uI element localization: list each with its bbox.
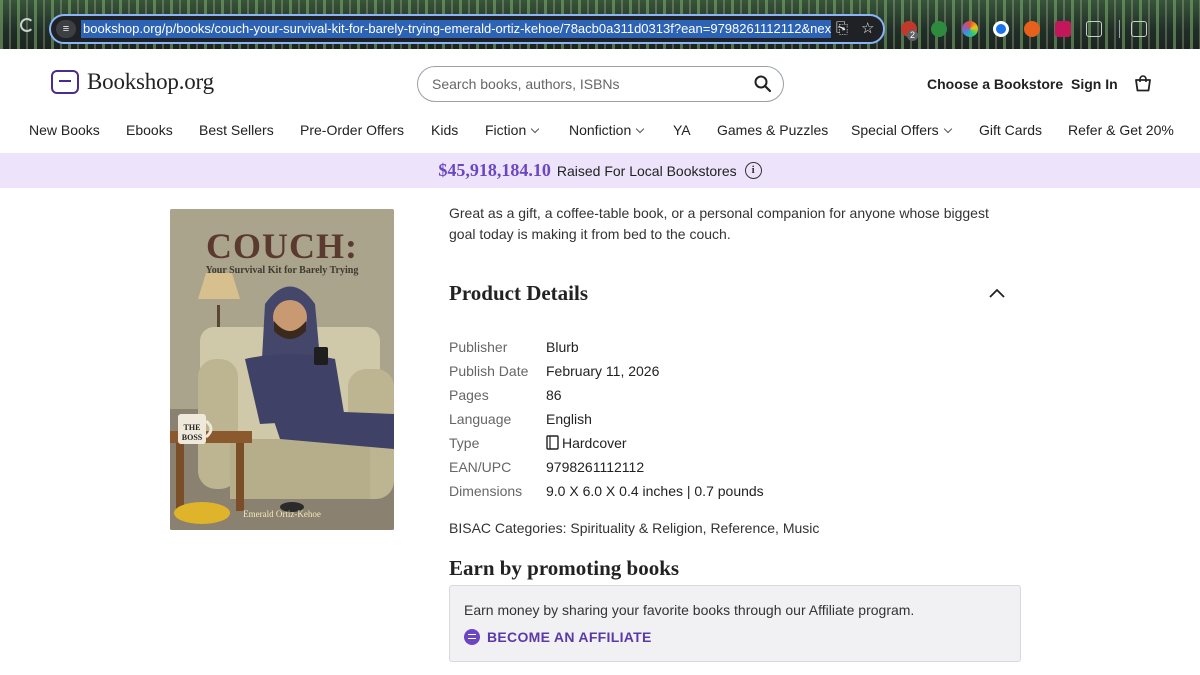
site-header: Bookshop.org Choose a Bookstore Sign In … [0,49,1200,153]
cover-author: Emerald Ortiz-Kehoe [243,509,321,519]
nav-kids[interactable]: Kids [431,122,458,138]
nav-nonfiction-label: Nonfiction [569,122,632,138]
description-line-2: goal today is making it from bed to the … [449,226,731,242]
nav-fiction-label: Fiction [485,122,527,138]
extension-badge: 2 [907,30,919,41]
detail-value: 9798261112112 [546,459,645,475]
bookmark-star-icon[interactable]: ☆ [861,20,874,38]
detail-label: Publisher [449,339,508,355]
detail-value: Blurb [546,339,579,355]
detail-value-type: Hardcover [546,435,627,451]
chevron-down-icon [636,124,645,134]
nav-pre-order-offers[interactable]: Pre-Order Offers [300,122,404,138]
become-affiliate-label: BECOME AN AFFILIATE [487,629,652,645]
nav-new-books[interactable]: New Books [29,122,100,138]
raised-banner: $45,918,184.10 Raised For Local Bookstor… [0,153,1200,188]
nav-special-offers[interactable]: Special Offers [851,122,952,138]
nav-ya[interactable]: YA [673,122,691,138]
extension-color-wheel-icon[interactable] [962,21,978,37]
mug-label: THE BOSS [178,423,206,443]
nav-refer[interactable]: Refer & Get 20% [1068,122,1174,138]
info-icon[interactable]: i [744,162,762,179]
affiliate-box: Earn money by sharing your favorite book… [449,585,1021,662]
browser-toolbar: ≡ bookshop.org/p/books/couch-your-surviv… [0,0,1200,49]
mug-text-the: THE [183,423,201,432]
product-description: Great as a gift, a coffee-table book, or… [449,203,1009,245]
clipboard-icon[interactable]: ⎘ [836,20,848,38]
side-panel-icon[interactable] [1131,21,1147,37]
detail-value: 9.0 X 6.0 X 0.4 inches | 0.7 pounds [546,483,764,499]
book-cover[interactable]: COUCH: Your Survival Kit for Barely Tryi… [170,209,394,530]
detail-label: Dimensions [449,483,523,499]
become-affiliate-link[interactable]: BECOME AN AFFILIATE [464,629,652,645]
nav-nonfiction[interactable]: Nonfiction [569,122,645,138]
toolbar-divider [1119,20,1120,38]
nav-fiction[interactable]: Fiction [485,122,540,138]
extensions-puzzle-icon[interactable] [1086,21,1102,37]
nav-best-sellers[interactable]: Best Sellers [199,122,274,138]
chevron-down-icon [943,124,952,134]
nav-ebooks[interactable]: Ebooks [126,122,173,138]
detail-value: English [546,411,592,427]
logo-text: Bookshop.org [87,69,214,94]
extension-video-icon[interactable] [1055,21,1071,37]
shopping-bag-icon[interactable] [1134,75,1152,92]
nav-special-offers-label: Special Offers [851,122,939,138]
bisac-categories: BISAC Categories: Spirituality & Religio… [449,520,820,536]
chevron-down-icon [530,124,540,134]
affiliate-logo-icon [464,629,480,645]
detail-label: Language [449,411,512,427]
search-icon[interactable] [753,74,773,94]
raised-text: Raised For Local Bookstores [556,162,737,179]
main-nav: New Books Ebooks Best Sellers Pre-Order … [0,122,1200,144]
affiliate-text: Earn money by sharing your favorite book… [464,602,915,618]
detail-label: Type [449,435,480,451]
bookshop-logo-mark-icon [51,70,79,94]
cover-title: COUCH: [206,226,358,266]
detail-value: 86 [546,387,562,403]
detail-value: February 11, 2026 [546,363,660,379]
choose-bookstore-link[interactable]: Choose a Bookstore [927,76,1063,92]
extension-phone-icon[interactable] [931,21,947,37]
product-details-heading[interactable]: Product Details [449,281,588,306]
bookshop-logo[interactable]: Bookshop.org [51,69,214,95]
detail-label: EAN/UPC [449,459,512,475]
chevron-up-icon[interactable] [986,284,1008,302]
site-info-icon[interactable]: ≡ [56,20,76,38]
url-text[interactable]: bookshop.org/p/books/couch-your-survival… [81,20,831,38]
reload-icon[interactable] [20,18,34,32]
nav-games-puzzles[interactable]: Games & Puzzles [717,122,828,138]
address-bar[interactable]: ≡ bookshop.org/p/books/couch-your-surviv… [49,14,885,44]
extension-fox-icon[interactable] [1024,21,1040,37]
type-text: Hardcover [562,435,627,451]
description-line-1: Great as a gift, a coffee-table book, or… [449,205,989,221]
sign-in-link[interactable]: Sign In [1071,76,1118,92]
search-bar [417,66,784,102]
raised-amount: $45,918,184.10 [438,160,551,180]
detail-label: Pages [449,387,489,403]
book-icon [546,435,559,450]
nav-gift-cards[interactable]: Gift Cards [979,122,1042,138]
affiliate-heading: Earn by promoting books [449,556,680,580]
mug-text-boss: BOSS [181,433,203,442]
extension-circle-icon[interactable] [993,21,1009,37]
cover-subtitle: Your Survival Kit for Barely Trying [205,265,359,276]
search-input[interactable] [432,75,742,93]
detail-label: Publish Date [449,363,529,379]
